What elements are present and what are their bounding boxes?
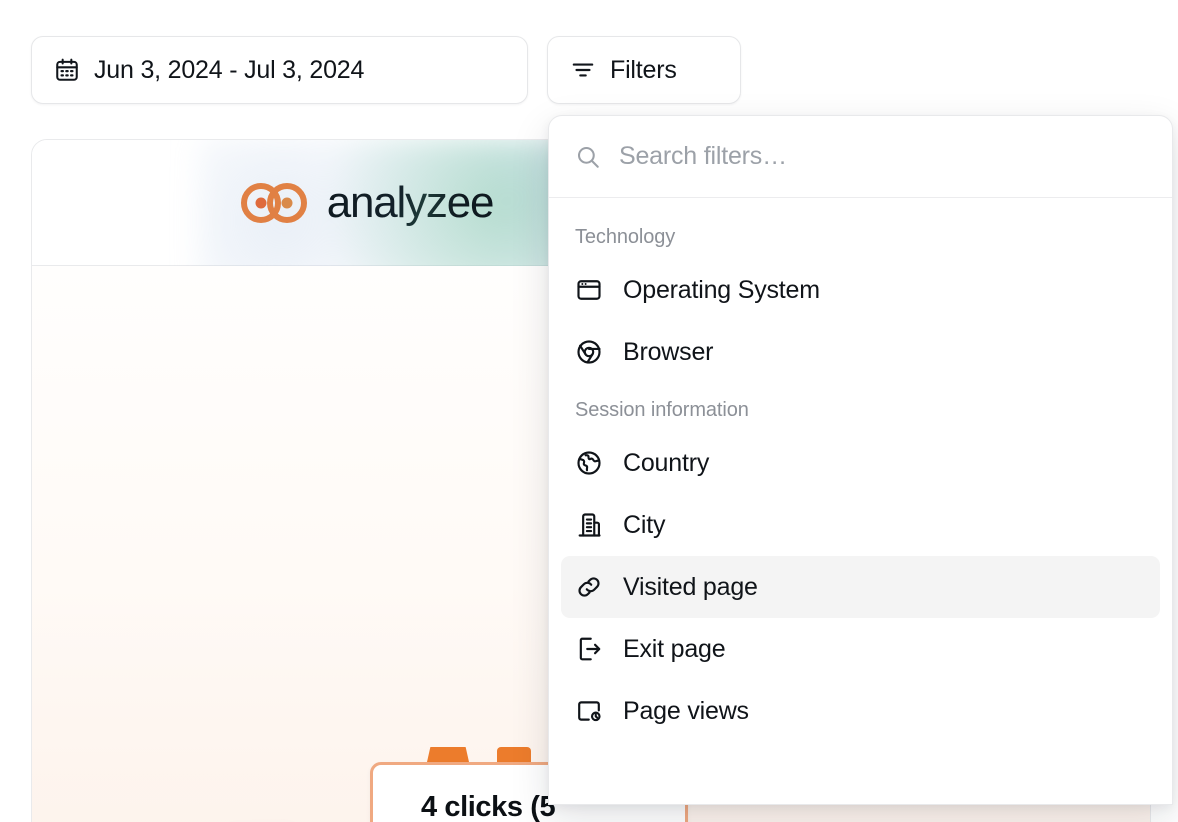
exit-arrow-icon [575, 635, 603, 663]
logo-wordmark: analyzee [326, 177, 495, 227]
filter-item-label: Operating System [623, 275, 820, 304]
link-icon [575, 573, 603, 601]
filters-button[interactable]: Filters [547, 36, 741, 104]
search-filters-input[interactable] [617, 141, 1146, 172]
search-filters-row [549, 116, 1172, 198]
filter-item-country[interactable]: Country [561, 432, 1160, 494]
globe-icon [575, 449, 603, 477]
date-range-label: Jun 3, 2024 - Jul 3, 2024 [94, 55, 365, 84]
filter-item-exit-page[interactable]: Exit page [561, 618, 1160, 680]
filter-item-label: Exit page [623, 634, 726, 663]
browser-window-icon [575, 276, 603, 304]
filter-item-visited-page[interactable]: Visited page [561, 556, 1160, 618]
search-icon [575, 144, 601, 170]
building-icon [575, 511, 603, 539]
filter-item-label: Country [623, 448, 710, 477]
chrome-browser-icon [575, 338, 603, 366]
decorative-swoosh [32, 539, 379, 822]
filter-item-city[interactable]: City [561, 494, 1160, 556]
filter-item-label: Browser [623, 337, 714, 366]
filter-group-label: Session information [575, 399, 749, 421]
page-views-icon [575, 697, 603, 725]
filter-item-page-views[interactable]: Page views [561, 680, 1160, 742]
clicks-tooltip-label: 4 clicks (5 [421, 790, 556, 822]
filter-group-label: Technology [575, 226, 676, 248]
filter-list: Technology Operating System Browser Session… [549, 198, 1172, 742]
filters-dropdown: Technology Operating System Browser Session… [548, 115, 1173, 805]
heatmap-tab-2 [497, 747, 531, 762]
filter-lines-icon [570, 57, 596, 83]
filters-label: Filters [610, 55, 677, 84]
analyzee-logo: analyzee [198, 140, 579, 288]
screen: analyzee 4 clicks (5 Make s T [0, 0, 1178, 822]
filter-item-operating-system[interactable]: Operating System [561, 259, 1160, 321]
heatmap-tab-1 [427, 747, 469, 762]
filter-item-label: Visited page [623, 572, 758, 601]
analyzee-infinity-logo [239, 179, 311, 227]
filter-item-label: City [623, 510, 666, 539]
date-range-button[interactable]: Jun 3, 2024 - Jul 3, 2024 [31, 36, 528, 104]
calendar-icon [54, 57, 80, 83]
filter-item-label: Page views [623, 696, 749, 725]
filter-item-browser[interactable]: Browser [561, 321, 1160, 383]
